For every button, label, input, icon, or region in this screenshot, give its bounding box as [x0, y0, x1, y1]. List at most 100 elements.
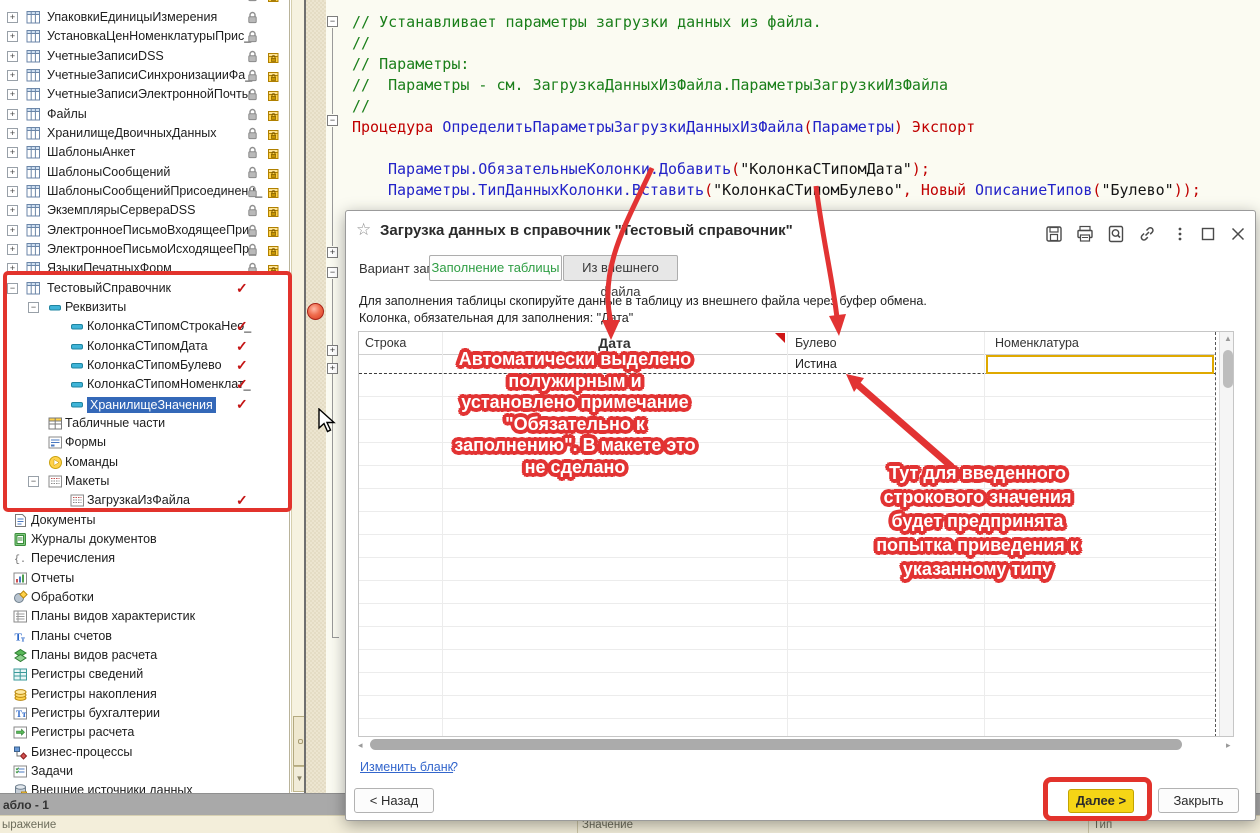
preview-icon[interactable]	[1106, 224, 1126, 244]
tree-vertical-scrollbar[interactable]: ▼	[291, 0, 305, 792]
edit-form-link[interactable]: Изменить бланк	[360, 760, 453, 774]
tree-item-хранилищедвоичныхданных[interactable]: +ХранилищеДвоичныхДанных	[0, 124, 290, 143]
expand-plus-icon[interactable]: +	[7, 51, 18, 62]
tree-row-partial[interactable]	[0, 0, 290, 5]
next-button[interactable]: Далее >	[1068, 789, 1134, 813]
close-button[interactable]: Закрыть	[1158, 788, 1239, 813]
tree-item-регистры сведений[interactable]: Регистры сведений	[0, 665, 290, 684]
collapse-minus-icon[interactable]: −	[7, 283, 18, 294]
tree-item-тестовыйсправочник[interactable]: −ТестовыйСправочник✓	[0, 279, 290, 298]
selected-cell[interactable]	[986, 355, 1214, 374]
collapse-minus-icon[interactable]: −	[28, 476, 39, 487]
tree-item-шаблонысообщений[interactable]: + ШаблоныСообщений	[0, 163, 290, 182]
expand-plus-icon[interactable]: +	[7, 244, 18, 255]
tree-item-электронноеписьмовходящеепри_[interactable]: +ЭлектронноеПисьмоВходящееПри_	[0, 221, 290, 240]
help-link[interactable]: ?	[451, 760, 458, 774]
tree-item-планы видов характеристик[interactable]: Планы видов характеристик	[0, 607, 290, 626]
tree-item-обработки[interactable]: Обработки	[0, 588, 290, 607]
scroll-left-icon[interactable]: ◂	[358, 740, 363, 751]
tree-item-колонкастипомноменклат_[interactable]: КолонкаСТипомНоменклат_✓	[0, 375, 290, 394]
tree-item-языкипечатныхформ[interactable]: +ЯзыкиПечатныхФорм	[0, 259, 290, 278]
fold-collapse-icon[interactable]: −	[327, 267, 338, 278]
print-icon[interactable]	[1075, 224, 1095, 244]
fold-collapse-icon[interactable]: −	[327, 115, 338, 126]
tree-item-документы[interactable]: Документы	[0, 511, 290, 530]
expand-plus-icon[interactable]: +	[7, 109, 18, 120]
tree-item-макеты[interactable]: −Макеты	[0, 472, 290, 491]
tree-item-колонкастипомбулево[interactable]: КолонкаСТипомБулево✓	[0, 356, 290, 375]
expand-plus-icon[interactable]: +	[7, 205, 18, 216]
tree-item-перечисления[interactable]: {..}Перечисления	[0, 549, 290, 568]
column-header-2[interactable]: Дата	[442, 332, 787, 354]
tab-external-file[interactable]: Из внешнего файла	[563, 255, 678, 281]
tree-item-колонкастипомдата[interactable]: КолонкаСТипомДата✓	[0, 337, 290, 356]
breakpoint-icon[interactable]	[307, 303, 324, 320]
expand-plus-icon[interactable]: +	[7, 31, 18, 42]
tree-item-загрузкаизфайла[interactable]: ЗагрузкаИзФайла✓	[0, 491, 290, 510]
column-header-1[interactable]: Строка	[365, 332, 442, 354]
close-icon[interactable]	[1228, 224, 1248, 244]
tree-item-учетныезаписисинхронизациифа_[interactable]: +УчетныеЗаписиСинхронизацииФа_	[0, 66, 290, 85]
fold-collapse-icon[interactable]: −	[327, 16, 338, 27]
expand-plus-icon[interactable]: +	[7, 147, 18, 158]
column-header-4[interactable]: Номенклатура	[995, 332, 1205, 354]
expand-plus-icon[interactable]: +	[7, 263, 18, 274]
fold-expand-icon[interactable]: +	[327, 345, 338, 356]
tree-item-формы[interactable]: Формы	[0, 433, 290, 452]
table-vertical-scrollbar[interactable]: ▲	[1219, 332, 1234, 737]
tree-item-хранилищезначения[interactable]: ХранилищеЗначения✓	[0, 395, 290, 414]
tree-item-отчеты[interactable]: Отчеты	[0, 569, 290, 588]
tree-item-шаблоныанкет[interactable]: +ШаблоныАнкет	[0, 143, 290, 162]
tree-item-упаковкиединицыизмерения[interactable]: +УпаковкиЕдиницыИзмерения	[0, 8, 290, 27]
tree-item-реквизиты[interactable]: −Реквизиты	[0, 298, 290, 317]
tree-item-планы счетов[interactable]: ТтПланы счетов	[0, 627, 290, 646]
tree-item-команды[interactable]: Команды	[0, 453, 290, 472]
favorite-star-icon[interactable]: ☆	[356, 220, 371, 240]
tree-item-бизнес-процессы[interactable]: Бизнес-процессы	[0, 743, 290, 762]
tree-item-задачи[interactable]: Задачи	[0, 762, 290, 781]
fold-expand-icon[interactable]: +	[327, 247, 338, 258]
column-header-3[interactable]: Булево	[795, 332, 975, 354]
tree-item-журналы документов[interactable]: Журналы документов	[0, 530, 290, 549]
scrollbar-thumb[interactable]	[1223, 350, 1233, 388]
hint-copy-data: Для заполнения таблицы скопируйте данные…	[359, 294, 927, 308]
tree-item-электронноеписьмоисходящеепр_[interactable]: +ЭлектронноеПисьмоИсходящееПр_	[0, 240, 290, 259]
more-icon[interactable]	[1170, 224, 1190, 244]
collapse-minus-icon[interactable]: −	[28, 302, 39, 313]
tree-item-регистры расчета[interactable]: Регистры расчета	[0, 723, 290, 742]
link-icon[interactable]	[1137, 224, 1157, 244]
tree-item-label: ШаблоныСообщений	[47, 165, 170, 179]
expand-plus-icon[interactable]: +	[7, 12, 18, 23]
tree-item-экземплярысервераdss[interactable]: +ЭкземплярыСервераDSS	[0, 201, 290, 220]
scrollbar-thumb[interactable]	[370, 739, 1182, 750]
tab-fill-table[interactable]: Заполнение таблицы	[429, 255, 562, 281]
tree-item-регистры бухгалтерии[interactable]: ТтРегистры бухгалтерии	[0, 704, 290, 723]
tree-item-регистры накопления[interactable]: Регистры накопления	[0, 685, 290, 704]
tree-item-учетныезаписиdss[interactable]: +УчетныеЗаписиDSS	[0, 47, 290, 66]
expand-plus-icon[interactable]: +	[7, 186, 18, 197]
tree-item-файлы[interactable]: +Файлы	[0, 105, 290, 124]
expand-plus-icon[interactable]: +	[7, 89, 18, 100]
tree-item-колонкастипомстроканео_[interactable]: КолонкаСТипомСтрокаНео_✓	[0, 317, 290, 336]
tree-item-учетныезаписиэлектроннойпочты[interactable]: +УчетныеЗаписиЭлектроннойПочты	[0, 85, 290, 104]
expand-plus-icon[interactable]: +	[7, 225, 18, 236]
back-button[interactable]: < Назад	[354, 788, 434, 813]
scroll-up-icon[interactable]: ▲	[1224, 334, 1232, 343]
save-icon[interactable]	[1044, 224, 1064, 244]
expand-plus-icon[interactable]: +	[7, 167, 18, 178]
scroll-right-icon[interactable]: ▸	[1226, 740, 1231, 751]
table-horizontal-scrollbar[interactable]: ◂ ▸	[358, 738, 1234, 752]
fold-expand-icon[interactable]: +	[327, 363, 338, 374]
tree-item-шаблонысообщенийприсоединенн_[interactable]: +ШаблоныСообщенийПрисоединенн_	[0, 182, 290, 201]
expand-plus-icon[interactable]: +	[7, 70, 18, 81]
tree-item-внешние источники данных[interactable]: Внешние источники данных	[0, 781, 290, 793]
maximize-icon[interactable]	[1198, 224, 1218, 244]
expand-plus-icon[interactable]: +	[7, 128, 18, 139]
metadata-tree[interactable]: +УпаковкиЕдиницыИзмерения+УстановкаЦенНо…	[0, 0, 290, 793]
svg-text:Тт: Тт	[16, 709, 27, 719]
data-table[interactable]: Истина ▲ СтрокаДатаБулевоНоменклатура	[358, 331, 1234, 737]
tree-item-установкаценноменклатурыприс_[interactable]: +УстановкаЦенНоменклатурыПрис_	[0, 27, 290, 46]
tree-item-планы видов расчета[interactable]: Планы видов расчета	[0, 646, 290, 665]
tree-item-табличные части[interactable]: Табличные части	[0, 414, 290, 433]
breakpoint-margin[interactable]	[306, 0, 326, 793]
